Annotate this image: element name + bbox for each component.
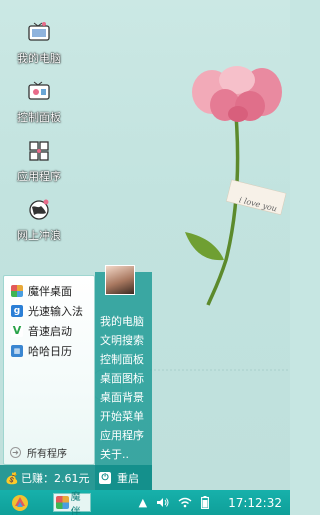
shortcut-search[interactable]: 文明搜索 bbox=[100, 332, 144, 348]
app-item-label: 音速启动 bbox=[28, 324, 72, 338]
haha-calendar-icon: ▦ bbox=[11, 344, 23, 357]
all-programs-label: 所有程序 bbox=[27, 449, 67, 460]
control-panel-icon bbox=[28, 81, 50, 100]
shortcut-about[interactable]: 关于.. bbox=[100, 446, 129, 462]
earnings-status: 💰 已赚：2.61元 bbox=[0, 470, 95, 486]
mobanzhuomian-icon bbox=[11, 284, 23, 297]
up-arrow-icon[interactable]: ▲ bbox=[139, 496, 147, 509]
taskbar-app-label: 魔伴 bbox=[70, 491, 81, 515]
earnings-label: 已赚：2.61元 bbox=[21, 471, 90, 485]
power-icon: ⏻ bbox=[99, 471, 111, 484]
shortcut-desktop-icons[interactable]: 桌面图标 bbox=[100, 370, 144, 386]
taskbar-app-moban[interactable]: 魔伴 bbox=[53, 492, 91, 515]
start-menu-app-list: 魔伴桌面 g 光速输入法 V 音速启动 ▦ 哈哈日历 ➜ 所有程序 bbox=[3, 275, 95, 465]
desktop-icon-control-panel[interactable]: 控制面板 bbox=[4, 79, 74, 125]
volume-icon[interactable] bbox=[156, 497, 169, 508]
shortcut-start-menu[interactable]: 开始菜单 bbox=[100, 408, 144, 424]
start-logo-icon bbox=[12, 494, 28, 511]
guangsu-input-icon: g bbox=[11, 304, 23, 317]
desktop-icon-label: 应用程序 bbox=[17, 170, 61, 183]
app-item-label: 哈哈日历 bbox=[28, 344, 72, 358]
money-bag-icon: 💰 bbox=[5, 471, 19, 485]
avatar[interactable] bbox=[105, 265, 135, 295]
start-menu: 魔伴桌面 g 光速输入法 V 音速启动 ▦ 哈哈日历 ➜ 所有程序 我的电脑 文… bbox=[0, 265, 152, 490]
app-item-label: 魔伴桌面 bbox=[28, 284, 72, 298]
app-item-yinsu-launcher[interactable]: V 音速启动 bbox=[4, 321, 94, 340]
internet-icon bbox=[29, 199, 49, 220]
restart-label: 重启 bbox=[117, 471, 139, 485]
desktop-icon-applications[interactable]: 应用程序 bbox=[4, 138, 74, 184]
desktop-icon-label: 网上冲浪 bbox=[17, 229, 61, 242]
shortcut-desktop-background[interactable]: 桌面背景 bbox=[100, 389, 144, 405]
restart-button[interactable]: ⏻ 重启 bbox=[95, 470, 139, 486]
app-item-mobanzhuomian[interactable]: 魔伴桌面 bbox=[4, 281, 94, 300]
mobanzhuomian-icon bbox=[56, 496, 69, 509]
yinsu-launcher-icon: V bbox=[11, 324, 23, 337]
app-item-guangsu-input[interactable]: g 光速输入法 bbox=[4, 301, 94, 320]
desktop-icon-my-computer[interactable]: 我的电脑 bbox=[4, 20, 74, 66]
desktop-icon-label: 我的电脑 bbox=[17, 52, 61, 65]
shortcut-applications[interactable]: 应用程序 bbox=[100, 427, 144, 443]
system-tray: ▲ 17:12:32 bbox=[139, 490, 290, 515]
applications-icon bbox=[29, 141, 49, 161]
taskbar: 魔伴 ▲ 17:12:32 bbox=[0, 490, 290, 515]
app-item-haha-calendar[interactable]: ▦ 哈哈日历 bbox=[4, 341, 94, 360]
app-item-label: 光速输入法 bbox=[28, 304, 83, 318]
arrow-right-icon: ➜ bbox=[10, 447, 21, 458]
shortcut-control-panel[interactable]: 控制面板 bbox=[100, 351, 144, 367]
all-programs-button[interactable]: ➜ 所有程序 bbox=[10, 445, 67, 460]
taskbar-clock: 17:12:32 bbox=[228, 495, 282, 510]
start-button[interactable] bbox=[0, 490, 40, 515]
battery-icon[interactable] bbox=[201, 496, 210, 509]
my-computer-icon bbox=[28, 22, 50, 41]
desktop-icon-internet[interactable]: 网上冲浪 bbox=[4, 197, 74, 243]
wifi-icon[interactable] bbox=[178, 497, 192, 508]
shortcut-my-computer[interactable]: 我的电脑 bbox=[100, 313, 144, 329]
start-menu-footer: 💰 已赚：2.61元 ⏻ 重启 bbox=[0, 465, 152, 490]
desktop-icon-label: 控制面板 bbox=[17, 111, 61, 124]
